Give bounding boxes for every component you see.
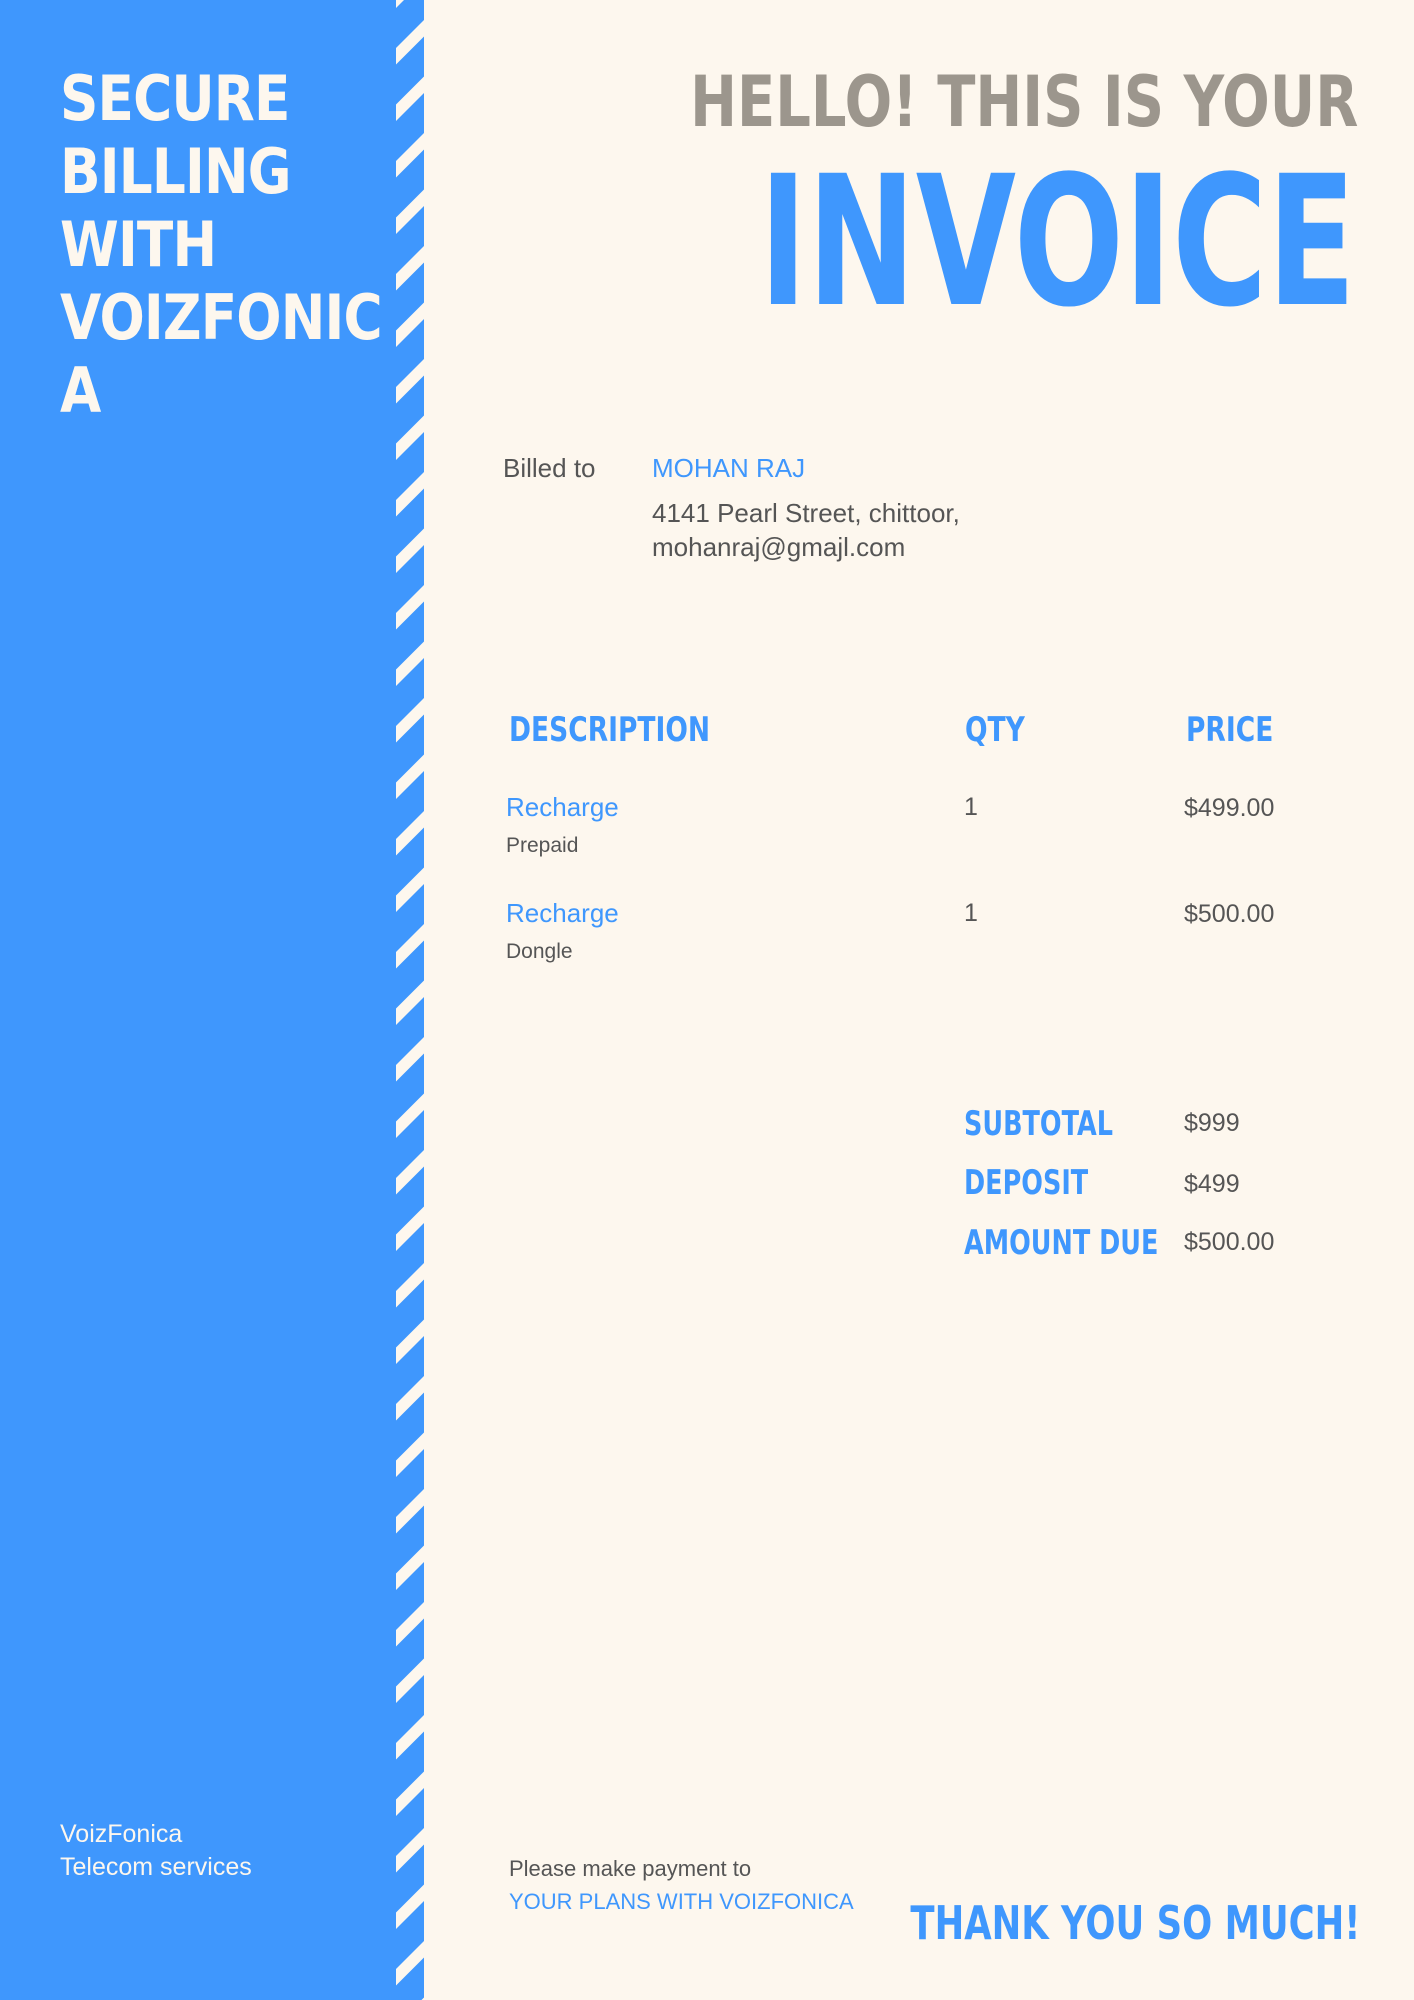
customer-address: 4141 Pearl Street, chittoor, (652, 498, 960, 528)
brand-title-line: WITH (60, 208, 217, 281)
payment-target: YOUR PLANS WITH VOIZFONICA (509, 1889, 854, 1914)
item-name: Recharge (506, 898, 619, 928)
item-detail: Prepaid (506, 834, 579, 857)
item-detail: Dongle (506, 940, 573, 963)
amount-due-label: AMOUNT DUE (964, 1223, 1159, 1263)
thank-you-message: THANK YOU SO MUCH! (910, 1896, 1360, 1950)
column-header-qty: QTY (965, 710, 1025, 750)
brand-title: SECURE BILLING WITH VOIZFONIC A (60, 62, 383, 427)
amount-due-value: $500.00 (1184, 1228, 1275, 1256)
page-title: INVOICE (759, 138, 1356, 347)
brand-title-line: VOIZFONIC (60, 281, 383, 354)
column-header-description: DESCRIPTION (509, 710, 711, 750)
brand-title-line: BILLING (60, 135, 292, 208)
item-price: $500.00 (1184, 900, 1275, 928)
item-name: Recharge (506, 792, 619, 822)
company-info: VoizFonica Telecom services (60, 1818, 252, 1884)
payment-label: Please make payment to (509, 1856, 752, 1881)
customer-email: mohanraj@gmajl.com (652, 532, 906, 562)
item-qty: 1 (964, 899, 978, 927)
zigzag-border (396, 0, 424, 2000)
greeting: HELLO! THIS IS YOUR (689, 61, 1358, 143)
deposit-value: $499 (1184, 1170, 1240, 1198)
company-name: VoizFonica (60, 1820, 183, 1848)
company-tagline: Telecom services (60, 1853, 252, 1881)
subtotal-label: SUBTOTAL (964, 1104, 1113, 1144)
item-qty: 1 (964, 793, 978, 821)
billed-to-label: Billed to (503, 453, 596, 483)
customer-name: MOHAN RAJ (652, 453, 806, 483)
brand-title-line: A (60, 354, 101, 427)
column-header-price: PRICE (1186, 710, 1274, 750)
brand-title-line: SECURE (60, 62, 290, 135)
deposit-label: DEPOSIT (964, 1163, 1089, 1203)
item-price: $499.00 (1184, 794, 1275, 822)
subtotal-value: $999 (1184, 1109, 1240, 1137)
